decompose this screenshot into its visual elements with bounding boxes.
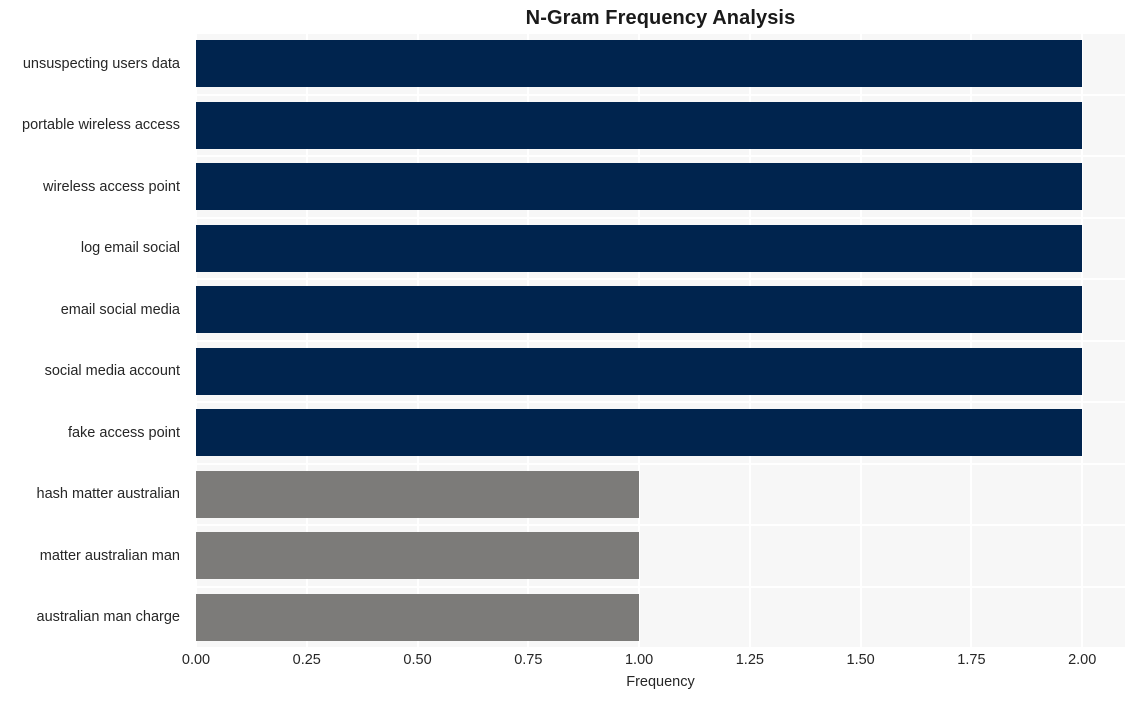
y-axis-tick-label: log email social — [80, 240, 180, 257]
x-axis-tick-label: 2.00 — [1068, 652, 1097, 668]
gridline-horizontal — [196, 462, 1125, 465]
chart-figure: N-Gram Frequency Analysis unsuspecting u… — [0, 0, 1135, 701]
bar — [196, 409, 1083, 457]
y-axis-tick-label: portable wireless access — [22, 117, 180, 134]
bar — [196, 224, 1083, 272]
bar — [196, 163, 1083, 211]
x-axis-tick-label: 1.75 — [957, 652, 986, 668]
plot-area — [196, 33, 1125, 648]
gridline-horizontal — [196, 339, 1125, 342]
x-axis-label: Frequency — [626, 674, 695, 690]
x-axis-tick-label: 0.50 — [403, 652, 432, 668]
bar — [196, 470, 640, 518]
chart-title: N-Gram Frequency Analysis — [525, 7, 796, 29]
gridline-horizontal — [196, 93, 1125, 96]
bar — [196, 101, 1083, 149]
gridline-horizontal — [196, 647, 1125, 648]
gridline-horizontal — [196, 216, 1125, 219]
bar — [196, 593, 640, 641]
y-axis-tick-label: wireless access point — [43, 178, 180, 195]
x-axis-tick-label: 0.00 — [181, 652, 211, 668]
gridline-horizontal — [196, 401, 1125, 403]
bar — [196, 347, 1083, 395]
y-axis-tick-label: social media account — [44, 363, 180, 380]
y-axis-tick-label: unsuspecting users data — [22, 55, 180, 72]
y-axis-tick-label: fake access point — [67, 424, 180, 441]
x-axis-tick-label: 1.25 — [735, 652, 764, 668]
x-axis-tick-labels: 0.00 0.25 0.50 0.75 1.00 1.25 1.50 1.75 2.00 — [182, 651, 1125, 673]
gridline-horizontal — [196, 155, 1125, 157]
gridline-horizontal — [196, 585, 1125, 588]
bar — [196, 40, 1083, 88]
y-axis-tick-label: email social media — [60, 301, 180, 318]
gridline-horizontal — [196, 524, 1125, 526]
bar — [196, 286, 1083, 334]
y-axis-tick-label: hash matter australian — [36, 486, 180, 503]
gridline-horizontal — [196, 33, 1125, 34]
x-axis-tick-label: 0.25 — [292, 652, 321, 668]
x-axis-tick-label: 1.00 — [624, 652, 654, 668]
x-axis-tick-label: 0.75 — [514, 652, 543, 668]
y-axis-tick-label: matter australian man — [39, 547, 180, 564]
bar — [196, 532, 640, 580]
y-axis-tick-labels: unsuspecting users data portable wireless… — [0, 33, 188, 648]
x-axis-tick-label: 1.50 — [846, 652, 875, 668]
gridline-horizontal — [196, 278, 1125, 280]
y-axis-tick-label: australian man charge — [36, 609, 180, 626]
